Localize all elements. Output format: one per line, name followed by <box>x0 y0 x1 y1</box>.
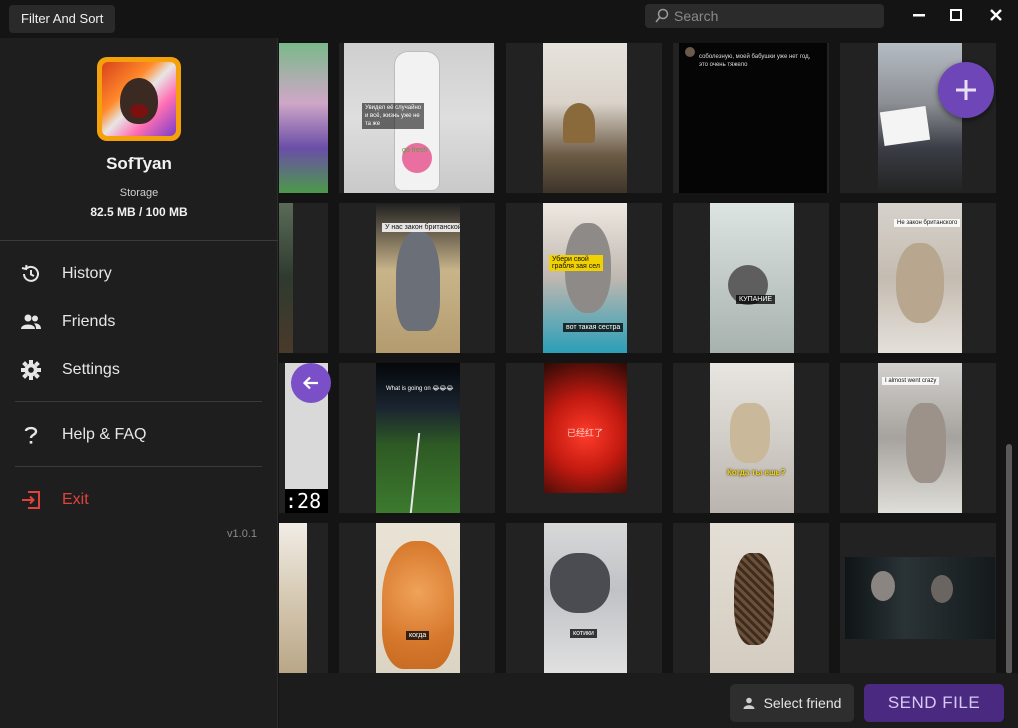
sidebar-item-exit[interactable]: Exit <box>0 480 278 520</box>
filter-and-sort-button[interactable]: Filter And Sort <box>9 5 116 33</box>
select-friend-label: Select friend <box>763 695 842 711</box>
storage-label: Storage <box>119 187 159 199</box>
media-card[interactable] <box>279 203 328 353</box>
send-file-button[interactable]: SEND FILE <box>864 684 1004 722</box>
thumbnail-caption: Убери свой грабля зая сел <box>549 255 603 271</box>
exit-icon <box>20 489 42 511</box>
version-label: v1.0.1 <box>227 528 257 540</box>
search-icon <box>655 8 669 23</box>
thumbnail-brand: go fresh <box>402 147 428 154</box>
sidebar-item-label: Exit <box>62 491 89 508</box>
minimize-button[interactable] <box>901 0 937 30</box>
close-icon <box>990 9 1002 21</box>
media-card[interactable]: What is going on 😂😂😂 <box>339 363 495 513</box>
sidebar-item-help[interactable]: Help & FAQ <box>0 415 278 455</box>
thumbnail-caption: Увидел её случайно и всё, жизнь уже не т… <box>362 103 425 129</box>
maximize-button[interactable] <box>938 0 974 30</box>
title-bar: Filter And Sort Search <box>0 0 1018 38</box>
sidebar-item-label: History <box>62 265 112 282</box>
gear-icon <box>20 359 42 381</box>
media-grid: Увидел её случайно и всё, жизнь уже не т… <box>279 38 1018 673</box>
sidebar-item-label: Settings <box>62 361 120 378</box>
media-card[interactable]: когда <box>339 523 495 673</box>
sidebar-divider <box>15 466 262 467</box>
thumbnail-caption: когда <box>406 631 430 640</box>
media-card[interactable]: Когда ты ешь? <box>673 363 829 513</box>
thumbnail-caption: вот такая сестра <box>563 323 624 332</box>
sidebar-item-label: Help & FAQ <box>62 426 147 443</box>
minimize-icon <box>913 14 925 17</box>
thumbnail-caption: Когда ты ешь? <box>727 468 786 477</box>
media-card[interactable]: У нас закон британской кошки <box>339 203 495 353</box>
plus-icon <box>956 80 976 100</box>
sidebar-divider <box>0 240 278 241</box>
close-button[interactable] <box>978 0 1014 30</box>
search-placeholder: Search <box>674 8 719 24</box>
avatar[interactable] <box>97 57 181 141</box>
add-button[interactable] <box>938 62 994 118</box>
media-card[interactable]: Убери свой грабля зая сел вот такая сест… <box>506 203 662 353</box>
thumbnail-caption: соболезную, моей бабушки уже нет год, эт… <box>699 54 811 68</box>
media-card[interactable] <box>506 43 662 193</box>
avatar-image <box>102 62 176 136</box>
thumbnail-caption: КУПАНИЕ <box>736 295 776 304</box>
friends-icon <box>20 311 42 333</box>
sidebar: SofTyan Storage 82.5 MB / 100 MB History… <box>0 38 278 728</box>
thumbnail-caption: 已经红了 <box>567 428 604 438</box>
media-card[interactable]: соболезную, моей бабушки уже нет год, эт… <box>673 43 829 193</box>
media-card[interactable]: котики <box>506 523 662 673</box>
media-card[interactable]: 已经红了 <box>506 363 662 513</box>
media-card[interactable]: Не закон британского <box>840 203 996 353</box>
question-icon <box>20 424 42 446</box>
history-icon <box>20 263 42 285</box>
media-card[interactable] <box>279 523 328 673</box>
user-icon <box>743 697 755 709</box>
sidebar-divider <box>15 401 262 402</box>
thumbnail-caption: Не закон британского <box>894 219 961 227</box>
sidebar-item-history[interactable]: History <box>0 254 278 294</box>
arrow-left-icon <box>302 376 318 390</box>
sidebar-item-label: Friends <box>62 313 116 330</box>
thumbnail-caption: У нас закон британской кошки <box>382 223 460 232</box>
media-card[interactable]: I almost went crazy <box>840 363 996 513</box>
sidebar-item-friends[interactable]: Friends <box>0 302 278 342</box>
media-card[interactable] <box>840 523 996 673</box>
media-card[interactable] <box>673 523 829 673</box>
thumbnail-caption: котики <box>570 629 597 638</box>
video-timer: :28 <box>285 489 328 513</box>
storage-value: 82.5 MB / 100 MB <box>90 205 188 219</box>
thumbnail-caption: I almost went crazy <box>882 377 940 385</box>
media-card[interactable] <box>279 43 328 193</box>
maximize-icon <box>950 9 962 21</box>
media-card[interactable]: Увидел её случайно и всё, жизнь уже не т… <box>339 43 495 193</box>
media-card[interactable]: КУПАНИЕ <box>673 203 829 353</box>
scrollbar-thumb[interactable] <box>1006 444 1012 674</box>
search-input[interactable]: Search <box>645 4 884 28</box>
username: SofTyan <box>106 154 172 173</box>
sidebar-item-settings[interactable]: Settings <box>0 350 278 390</box>
select-friend-button[interactable]: Select friend <box>730 684 854 722</box>
thumbnail-caption: What is going on 😂😂😂 <box>386 386 454 392</box>
back-button[interactable] <box>291 363 331 403</box>
